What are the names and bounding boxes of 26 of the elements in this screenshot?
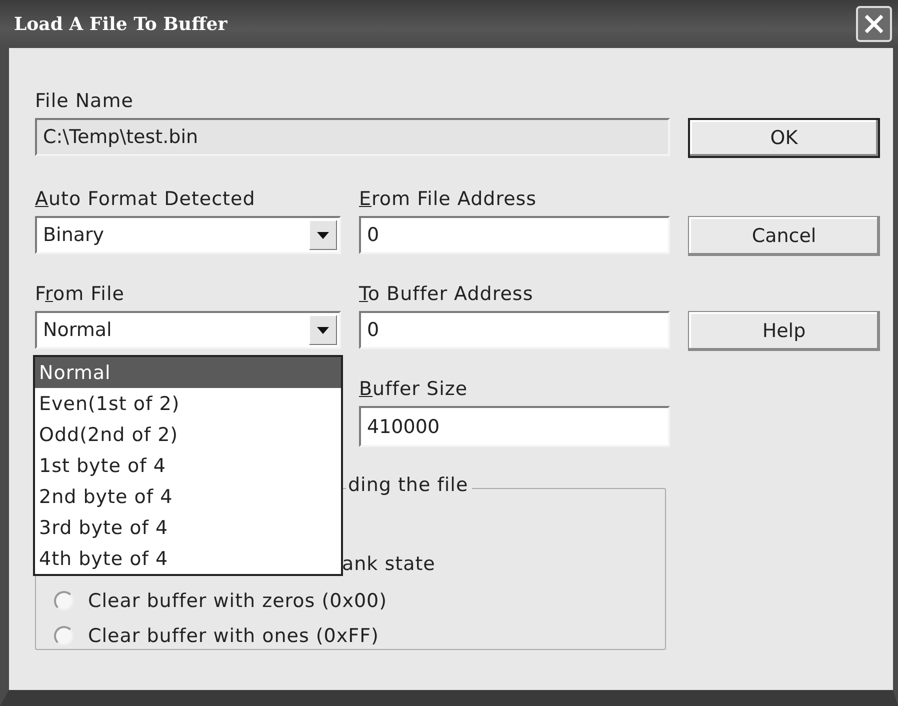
dialog-button[interactable]: OK (688, 118, 880, 158)
field-label: Erom File Address (359, 188, 538, 212)
window-title: Load A File To Buffer (14, 14, 228, 34)
buffer-size-field[interactable]: 410000 (359, 406, 670, 447)
dropdown-option[interactable]: Normal (35, 357, 341, 388)
address-field[interactable]: 0 (359, 311, 670, 349)
from-file-dropdown[interactable]: Normal (35, 311, 341, 349)
option-label: ank state (342, 553, 436, 575)
field-label: From File (35, 283, 126, 307)
radio-button[interactable] (54, 590, 74, 610)
address-field[interactable]: 0 (359, 216, 670, 254)
format-dropdown[interactable]: Binary (35, 216, 341, 254)
radio-button[interactable] (54, 626, 74, 646)
close-icon (863, 13, 885, 35)
close-button[interactable] (856, 6, 892, 42)
radio-label: Clear buffer with zeros (0x00) (88, 590, 388, 612)
caret-icon (317, 326, 329, 334)
field-label: To Buffer Address (359, 283, 534, 307)
group-legend: ding the file (346, 474, 472, 496)
field-label: File Name (35, 90, 134, 114)
field-label: Buffer Size (359, 378, 469, 402)
field-label: Auto Format Detected (35, 188, 256, 212)
dialog-button[interactable]: Cancel (688, 216, 880, 256)
dialog-button[interactable]: Help (688, 311, 880, 351)
caret-icon (317, 232, 329, 238)
radio-label: Clear buffer with ones (0xFF) (88, 624, 379, 646)
